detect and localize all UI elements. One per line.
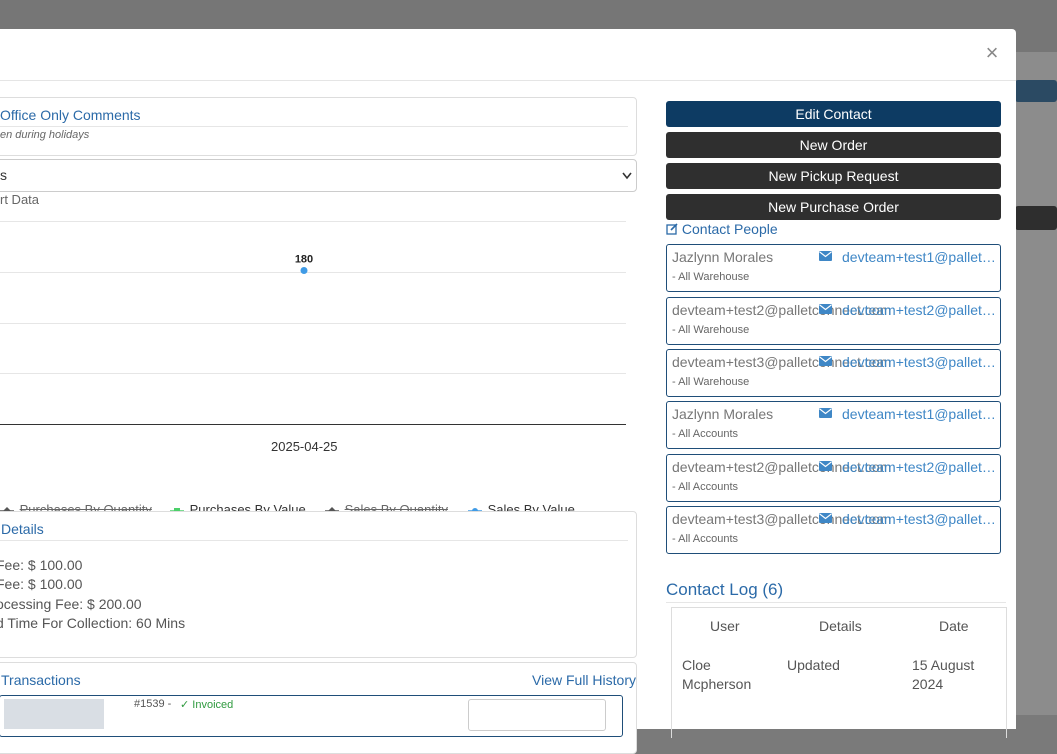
transactions-title: Transactions (1, 672, 81, 688)
contact-group: - All Accounts (672, 428, 739, 440)
comments-panel: Office Only Comments en during holidays (0, 97, 637, 156)
edit-contact-button[interactable]: Edit Contact (666, 101, 1001, 127)
close-icon[interactable]: × (983, 42, 1001, 64)
details-panel: Details Fee: $ 100.00 Fee: $ 100.00 oces… (0, 511, 637, 658)
contact-email-link[interactable]: devteam+test3@palletconnect.com (842, 511, 998, 527)
detail-line: Fee: $ 100.00 (0, 576, 83, 592)
transaction-card[interactable]: #1539 - ✓ Invoiced (0, 695, 623, 737)
view-full-history-link[interactable]: View Full History (532, 672, 636, 688)
contact-group: - All Warehouse (672, 376, 750, 388)
detail-line: ocessing Fee: $ 200.00 (0, 596, 142, 612)
chart-type-value: s (0, 167, 7, 183)
background-button (1015, 80, 1057, 102)
details-divider (0, 540, 628, 541)
contact-group: - All Accounts (672, 533, 739, 545)
contact-name: Jazlynn Morales (672, 249, 774, 265)
contact-card[interactable]: devteam+test2@palletconnect.com - All Ac… (666, 454, 1001, 502)
detail-line: d Time For Collection: 60 Mins (0, 615, 186, 631)
contact-group: - All Warehouse (672, 271, 750, 283)
new-order-button[interactable]: New Order (666, 132, 1001, 158)
contact-card[interactable]: devteam+test2@palletconnect.com - All Wa… (666, 297, 1001, 345)
chart-title: rt Data (0, 192, 40, 207)
contact-card[interactable]: devteam+test3@palletconnect.com - All Wa… (666, 349, 1001, 397)
contact-people-heading[interactable]: Contact People (666, 221, 778, 237)
contact-email-link[interactable]: devteam+test1@palletconnect.com (842, 406, 998, 422)
contact-email-link[interactable]: devteam+test1@palletconnect.com (842, 249, 998, 265)
modal-header: × (0, 29, 1016, 81)
new-pickup-request-button[interactable]: New Pickup Request (666, 163, 1001, 189)
log-header-details: Details (819, 618, 862, 634)
log-header-date: Date (939, 618, 969, 634)
chevron-down-icon (622, 172, 632, 180)
log-cell-details: Updated (787, 657, 840, 673)
chart-plot: 180 (295, 254, 313, 274)
contact-modal: × Office Only Comments en during holiday… (0, 29, 1016, 754)
contact-email-link[interactable]: devteam+test2@palletconnect.com (842, 459, 998, 475)
envelope-icon (819, 356, 832, 366)
contact-group: - All Warehouse (672, 324, 750, 336)
details-title: Details (1, 521, 44, 537)
contact-card[interactable]: devteam+test3@palletconnect.com - All Ac… (666, 506, 1001, 554)
transaction-status: ✓ Invoiced (180, 699, 234, 711)
contact-log-title: Contact Log (6) (666, 580, 784, 599)
contact-group: - All Accounts (672, 481, 739, 493)
comments-divider (0, 126, 628, 127)
envelope-icon (819, 304, 832, 314)
contact-card[interactable]: Jazlynn Morales - All Accounts devteam+t… (666, 401, 1001, 449)
envelope-icon (819, 513, 832, 523)
envelope-icon (819, 408, 832, 418)
transaction-id: #1539 - (134, 698, 175, 710)
transaction-thumbnail (4, 699, 104, 729)
edit-icon (666, 223, 678, 235)
chart-x-tick-label: 2025-04-25 (271, 439, 338, 454)
transactions-panel: Transactions View Full History #1539 - ✓… (0, 662, 637, 754)
transaction-action-box[interactable] (468, 699, 606, 731)
log-header-user: User (710, 618, 740, 634)
contact-email-link[interactable]: devteam+test2@palletconnect.com (842, 302, 998, 318)
contact-log-divider (666, 602, 1006, 603)
envelope-icon (819, 461, 832, 471)
chart-point[interactable] (300, 267, 308, 274)
background-button-dark (1015, 206, 1057, 230)
comments-title: Office Only Comments (0, 107, 141, 123)
log-cell-user: Cloe Mcpherson (682, 657, 752, 692)
comments-text: en during holidays (0, 129, 90, 141)
contact-people-title: Contact People (681, 221, 778, 237)
log-cell-date: 15 August 2024 (912, 657, 975, 692)
contact-email-link[interactable]: devteam+test3@palletconnect.com (842, 354, 998, 370)
chart-area: 180 2025-04-25 (0, 219, 630, 489)
contact-card[interactable]: Jazlynn Morales - All Warehouse devteam+… (666, 244, 1001, 292)
new-purchase-order-button[interactable]: New Purchase Order (666, 194, 1001, 220)
chart-data-label: 180 (295, 254, 313, 266)
chart-type-select[interactable]: s (0, 159, 637, 192)
detail-line: Fee: $ 100.00 (0, 557, 83, 573)
envelope-icon (819, 251, 832, 261)
contact-name: Jazlynn Morales (672, 406, 774, 422)
